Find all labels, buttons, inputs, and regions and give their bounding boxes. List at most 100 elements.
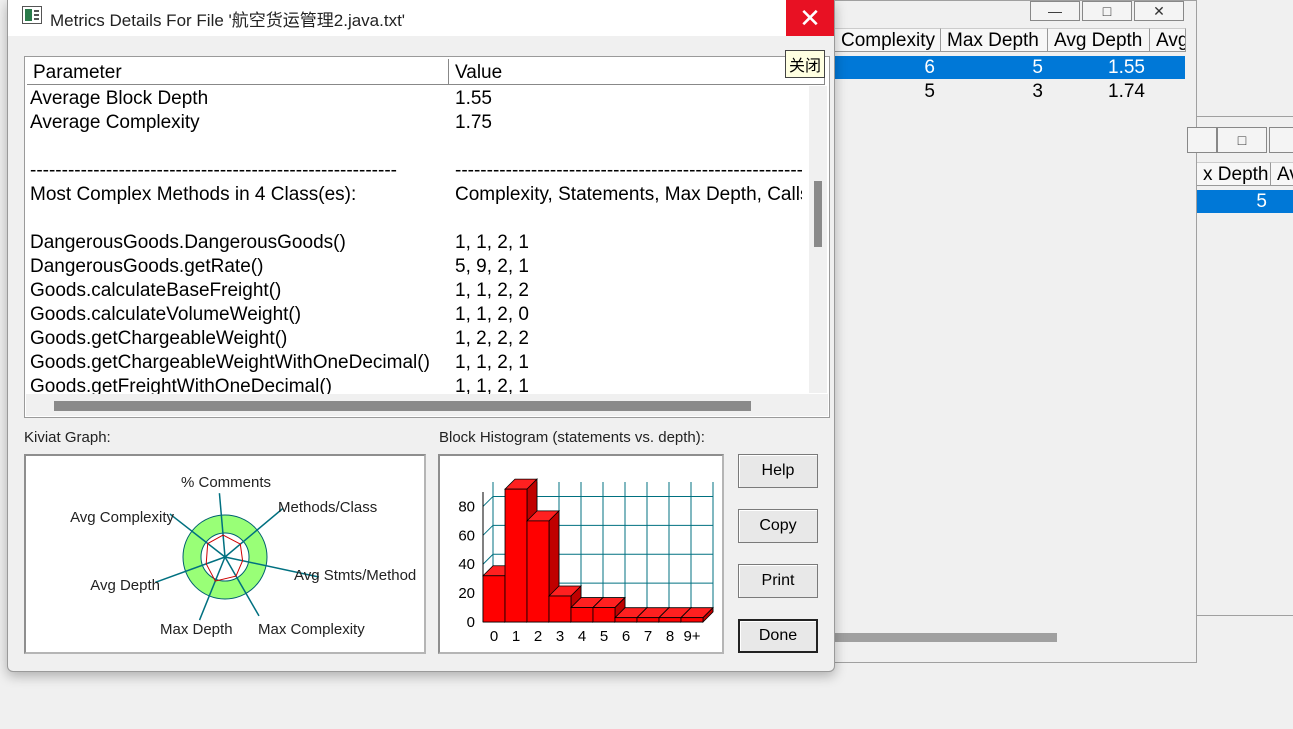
close-icon[interactable]: ✕ bbox=[1134, 1, 1184, 21]
histogram-x-tick-label: 5 bbox=[600, 628, 608, 645]
histogram-y-tick-label: 20 bbox=[458, 585, 475, 602]
column-header-max-depth[interactable]: x Depth bbox=[1197, 162, 1271, 186]
column-header-complexity[interactable]: Complexity bbox=[835, 28, 941, 52]
metrics-list[interactable]: Parameter Value Average Block Depth 1.55 A… bbox=[24, 56, 830, 418]
kiviat-axis-label: Avg Complexity bbox=[70, 509, 174, 526]
histogram-x-tick-label: 3 bbox=[556, 628, 564, 645]
histogram-y-tick-label: 0 bbox=[467, 614, 475, 631]
histogram-x-tick-label: 7 bbox=[644, 628, 652, 645]
parameter-cell: Goods.calculateVolumeWeight() bbox=[30, 304, 302, 325]
parameter-cell: DangerousGoods.getRate() bbox=[30, 256, 264, 277]
table-cell: 1.55 bbox=[1108, 57, 1145, 78]
histogram-x-tick-label: 1 bbox=[512, 628, 520, 645]
histogram-bar bbox=[636, 617, 660, 623]
parameter-cell: Average Block Depth bbox=[30, 88, 209, 109]
histogram-y-tick-label: 40 bbox=[458, 556, 475, 573]
column-header-avg-depth[interactable]: Avg Depth bbox=[1048, 28, 1150, 52]
histogram-bar bbox=[614, 617, 638, 623]
value-cell: 1, 1, 2, 0 bbox=[455, 304, 529, 325]
histogram-x-tick-label: 4 bbox=[578, 628, 586, 645]
copy-button[interactable]: Copy bbox=[738, 509, 818, 543]
kiviat-axis-label: Max Complexity bbox=[258, 621, 365, 638]
maximize-icon[interactable]: □ bbox=[1217, 127, 1267, 153]
table-cell: 3 bbox=[1032, 81, 1043, 102]
column-header-max-depth[interactable]: Max Depth bbox=[941, 28, 1048, 52]
histogram-bar bbox=[592, 607, 616, 623]
maximize-icon[interactable]: □ bbox=[1082, 1, 1132, 21]
column-header-avg[interactable]: Av bbox=[1271, 162, 1293, 186]
value-cell: 1.75 bbox=[455, 112, 492, 133]
parameter-cell: Most Complex Methods in 4 Class(es): bbox=[30, 184, 357, 205]
close-tooltip: 关闭 bbox=[785, 50, 826, 78]
histogram-bar bbox=[680, 617, 704, 623]
histogram-gridline bbox=[482, 496, 494, 507]
parameter-cell: Goods.getChargeableWeightWithOneDecimal(… bbox=[30, 352, 430, 373]
histogram-bar bbox=[526, 520, 550, 623]
value-cell: Complexity, Statements, Max Depth, Calls bbox=[455, 184, 802, 205]
column-header-avg[interactable]: Avg bbox=[1150, 28, 1186, 52]
table-cell: 1.74 bbox=[1108, 81, 1145, 102]
histogram-bar bbox=[658, 617, 682, 623]
title-bar[interactable]: Metrics Details For File '航空货运管理2.java.t… bbox=[8, 0, 834, 36]
kiviat-axis-label: Max Depth bbox=[160, 621, 233, 638]
background-horizontal-scrollbar[interactable] bbox=[835, 633, 1057, 642]
parameter-cell: Goods.getFreightWithOneDecimal() bbox=[30, 376, 332, 394]
histogram-x-tick-label: 6 bbox=[622, 628, 630, 645]
kiviat-graph-label: Kiviat Graph: bbox=[24, 429, 111, 446]
table-cell: 5 bbox=[924, 81, 935, 102]
column-header-value[interactable]: Value bbox=[449, 59, 825, 85]
histogram-bar bbox=[548, 595, 572, 623]
help-button[interactable]: Help bbox=[738, 454, 818, 488]
dialog-title: Metrics Details For File '航空货运管理2.java.t… bbox=[50, 11, 406, 30]
minimize-icon[interactable]: — bbox=[1030, 1, 1080, 21]
close-icon: ✕ bbox=[799, 2, 821, 33]
done-button[interactable]: Done bbox=[738, 619, 818, 653]
kiviat-graph: % Comments Methods/Class Avg Stmts/Method M… bbox=[70, 474, 416, 638]
table-cell: 6 bbox=[924, 57, 935, 78]
kiviat-axis-label: Methods/Class bbox=[278, 499, 377, 516]
value-cell: 1, 1, 2, 1 bbox=[455, 376, 529, 394]
value-cell: 1.55 bbox=[455, 88, 492, 109]
kiviat-axis-label: Avg Stmts/Method bbox=[294, 567, 416, 584]
value-cell: 1, 2, 2, 2 bbox=[455, 328, 529, 349]
histogram-x-tick-label: 2 bbox=[534, 628, 542, 645]
value-cell: 1, 1, 2, 1 bbox=[455, 232, 529, 253]
restore-icon[interactable] bbox=[1187, 127, 1217, 153]
metrics-list-body[interactable]: Average Block Depth 1.55 Average Complexit… bbox=[26, 86, 802, 394]
horizontal-scroll-thumb[interactable] bbox=[54, 401, 751, 411]
vertical-scrollbar[interactable] bbox=[809, 86, 827, 393]
parameter-cell: DangerousGoods.DangerousGoods() bbox=[30, 232, 346, 253]
app-icon bbox=[22, 6, 42, 24]
histogram-gridline bbox=[482, 524, 494, 536]
vertical-scroll-thumb[interactable] bbox=[814, 181, 822, 247]
value-cell: ----------------------------------------… bbox=[455, 160, 802, 181]
parameter-cell: Goods.getChargeableWeight() bbox=[30, 328, 288, 349]
metrics-details-dialog: Metrics Details For File '航空货运管理2.java.t… bbox=[7, 0, 835, 672]
print-button[interactable]: Print bbox=[738, 564, 818, 598]
close-icon[interactable] bbox=[1269, 127, 1293, 153]
horizontal-scrollbar[interactable] bbox=[26, 394, 828, 416]
background-window-main: — □ ✕ Complexity Max Depth Avg Depth Avg… bbox=[800, 0, 1197, 663]
histogram-bar bbox=[482, 575, 506, 623]
block-histogram-panel: 0 20 40 60 80 0 1 2 3 4 5 6 7 8 9+ bbox=[438, 454, 724, 654]
table-cell: 5 bbox=[1256, 191, 1267, 212]
parameter-cell: Goods.calculateBaseFreight() bbox=[30, 280, 282, 301]
close-button[interactable]: ✕ bbox=[786, 0, 834, 36]
kiviat-axis-label: % Comments bbox=[181, 474, 271, 491]
histogram-gridline bbox=[482, 553, 494, 565]
histogram-bar bbox=[504, 488, 528, 623]
parameter-cell: ----------------------------------------… bbox=[30, 160, 397, 181]
column-header-parameter[interactable]: Parameter bbox=[27, 59, 449, 85]
histogram-x-tick-label: 0 bbox=[490, 628, 498, 645]
value-cell: 1, 1, 2, 1 bbox=[455, 352, 529, 373]
background-window-secondary: □ x Depth Av 5 bbox=[1187, 116, 1293, 616]
histogram-y-tick-label: 60 bbox=[458, 527, 475, 544]
kiviat-graph-panel: % Comments Methods/Class Avg Stmts/Method M… bbox=[24, 454, 426, 654]
kiviat-axis-label: Avg Depth bbox=[90, 577, 160, 594]
parameter-cell: Average Complexity bbox=[30, 112, 200, 133]
table-cell: 5 bbox=[1032, 57, 1043, 78]
block-histogram-chart: 0204060800 1 2 3 4 5 6 7 8 9+ bbox=[458, 478, 714, 645]
value-cell: 5, 9, 2, 1 bbox=[455, 256, 529, 277]
histogram-bar bbox=[570, 607, 594, 623]
histogram-y-tick-label: 80 bbox=[458, 498, 475, 515]
